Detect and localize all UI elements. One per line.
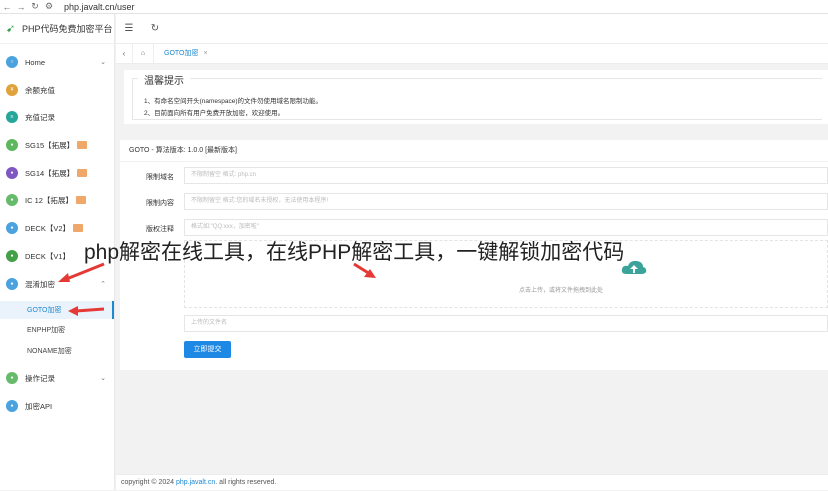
overlay-caption: php解密在线工具，在线PHP解密工具，一键解锁加密代码 [84, 241, 625, 264]
notice-line: 1、有命名空间开头(namespace)的文件勿使用域名限制功能。 [144, 98, 323, 105]
browser-toolbar: ← → ↻ ⚙ php.javalt.cn/user [0, 0, 828, 14]
home-tab-icon[interactable]: ⌂ [132, 43, 154, 64]
hot-badge-icon [77, 169, 88, 177]
hot-badge-icon [73, 224, 84, 232]
sidebar-item-label: 充值记录 [25, 112, 55, 122]
menu-toggle-icon[interactable]: ☰ [116, 23, 142, 34]
sidebar-item-recharge-records[interactable]: ≡ 充值记录 [0, 107, 114, 127]
form-header: GOTO - 算法版本: 1.0.0 [最新版本] [120, 140, 828, 162]
red-arrow-icon [68, 306, 105, 316]
sidebar-item-label: DECK【V2】 [25, 223, 71, 233]
close-icon[interactable]: × [203, 50, 207, 57]
log-icon: ● [6, 372, 18, 384]
reload-icon[interactable]: ↻ [28, 1, 42, 12]
sidebar-item-label: 加密API [25, 401, 53, 411]
site-settings-icon[interactable]: ⚙ [42, 1, 56, 12]
home-icon: ○ [6, 56, 18, 68]
tab-bar: ‹ ⌂ GOTO加密 × [116, 43, 828, 64]
address-bar[interactable]: php.javalt.cn/user [64, 2, 135, 12]
tab-scroll-left-icon[interactable]: ‹ [116, 49, 132, 58]
wallet-icon: ¥ [6, 84, 18, 96]
refresh-icon[interactable]: ↻ [142, 23, 168, 34]
tab-goto[interactable]: GOTO加密 × [154, 44, 218, 64]
back-arrow-icon[interactable]: ← [0, 2, 14, 12]
sidebar-item-deck-v2[interactable]: ● DECK【V2】 [0, 218, 114, 238]
footer-link[interactable]: php.javalt.cn [176, 479, 215, 486]
sidebar-item-label: SG14【拓展】 [25, 168, 75, 178]
domain-input[interactable]: 不限制留空 格式: php.cn [184, 167, 828, 184]
sg15-icon: ● [6, 139, 18, 151]
notice-line: 2、目前面向所有用户免费开放加密，欢迎使用。 [144, 110, 285, 117]
uploaded-file-input[interactable]: 上传的文件名 [184, 315, 828, 332]
sidebar-item-recharge[interactable]: ¥ 余额充值 [0, 80, 114, 100]
sg14-icon: ● [6, 167, 18, 179]
footer-copyright: copyright © 2024 [121, 479, 176, 486]
forward-arrow-icon[interactable]: → [14, 2, 28, 12]
sidebar-item-ic12[interactable]: ● IC 12【拓展】 [0, 190, 114, 210]
copyright-input[interactable]: 格式如:"QQ:xxx，加密啦" [184, 219, 828, 236]
tab-label: GOTO加密 [164, 49, 199, 57]
sidebar-subitem-enphp[interactable]: ENPHP加密 [0, 321, 114, 339]
lock-icon: ● [6, 278, 18, 290]
records-icon: ≡ [6, 111, 18, 123]
submit-button[interactable]: 立即提交 [184, 341, 231, 358]
sidebar-item-home[interactable]: ○ Home ⌄ [0, 52, 114, 72]
content-label: 限制内容 [146, 200, 174, 207]
top-toolbar: ☰ ↻ [116, 14, 828, 44]
brand: ➹ PHP代码免费加密平台 [0, 14, 114, 44]
footer-suffix: . all rights reserved. [215, 479, 277, 486]
copyright-label: 版权注释 [146, 226, 174, 233]
sidebar-item-label: SG15【拓展】 [25, 140, 75, 150]
sidebar-item-operation-log[interactable]: ● 操作记录 ⌄ [0, 368, 114, 388]
sidebar-item-label: 余额充值 [25, 85, 55, 95]
chevron-down-icon: ⌄ [100, 59, 106, 66]
hot-badge-icon [77, 141, 88, 149]
domain-label: 限制域名 [146, 174, 174, 181]
api-icon: ● [6, 400, 18, 412]
sidebar-item-label: 操作记录 [25, 373, 55, 383]
ic12-icon: ● [6, 194, 18, 206]
hot-badge-icon [75, 196, 86, 204]
app-title: PHP代码免费加密平台 [22, 24, 113, 34]
sidebar-item-sg14[interactable]: ● SG14【拓展】 [0, 163, 114, 183]
footer: copyright © 2024 php.javalt.cn. all righ… [116, 474, 828, 490]
content-input[interactable]: 不限制留空 格式:您的域名未授权，无法使用本程序! [184, 193, 828, 210]
sidebar-subitem-noname[interactable]: NONAME加密 [0, 342, 114, 360]
sidebar-item-label: DECK【V1】 [25, 251, 71, 261]
deck-v1-icon: ● [6, 250, 18, 262]
sidebar-item-label: Home [25, 57, 46, 67]
sidebar-item-label: IC 12【拓展】 [25, 195, 73, 205]
upload-hint: 点击上传，或将文件拖拽到此处 [519, 288, 604, 294]
notice-title: 温馨提示 [138, 72, 190, 87]
rocket-logo-icon: ➹ [6, 22, 16, 35]
sidebar-item-api[interactable]: ● 加密API [0, 396, 114, 416]
sidebar-item-sg15[interactable]: ● SG15【拓展】 [0, 135, 114, 155]
chevron-down-icon: ⌄ [100, 375, 106, 382]
deck-v2-icon: ● [6, 222, 18, 234]
notice-panel: 温馨提示 1、有命名空间开头(namespace)的文件勿使用域名限制功能。 2… [124, 70, 828, 124]
sidebar-item-label: 混淆加密 [25, 279, 55, 289]
